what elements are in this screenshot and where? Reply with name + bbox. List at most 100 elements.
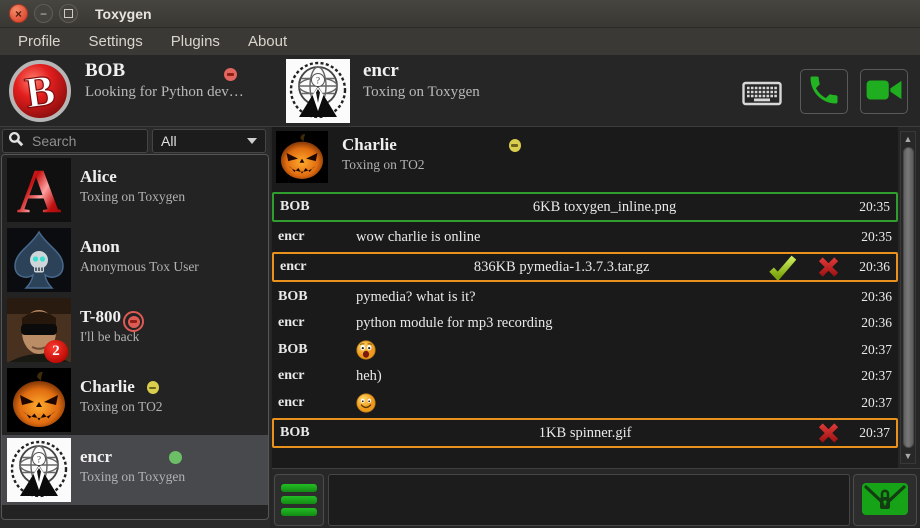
letter-b-avatar: B (8, 59, 72, 123)
search-icon (8, 131, 24, 152)
svg-text:?: ? (37, 455, 41, 465)
file-transfer-row: BOB1KB spinner.gif20:37 (272, 418, 898, 448)
filter-value: All (161, 133, 177, 149)
titlebar: × − Toxygen (0, 0, 920, 28)
hamburger-menu-icon (281, 484, 317, 492)
chat-peer-status-message: Toxing on TO2 (342, 157, 521, 173)
busy-status-icon (224, 68, 237, 81)
chat-panel: Charlie Toxing on TO2 BOB6KB toxygen_inl… (272, 127, 898, 468)
chevron-down-icon (247, 138, 257, 144)
chat-scrollbar[interactable]: ▲ ▼ (900, 131, 916, 464)
message-author: encr (278, 229, 356, 245)
unread-count-badge: 2 (44, 340, 68, 363)
away-status-icon (147, 381, 159, 394)
file-name: 836KB pymedia-1.3.7.3.tar.gz (358, 259, 765, 276)
video-call-button[interactable] (860, 69, 908, 114)
message-row: encrpython module for mp3 recording 20:36 (272, 310, 898, 336)
contact-status-message: Toxing on Toxygen (80, 468, 185, 487)
scroll-down-icon[interactable]: ▼ (901, 449, 915, 463)
message-input[interactable] (328, 474, 850, 526)
keyboard-icon[interactable] (742, 81, 782, 111)
contact-list: A Alice Toxing on Toxygen Anon Anonymous… (1, 154, 269, 520)
smiling-face-emoji (356, 393, 376, 413)
message-time: 20:36 (861, 315, 892, 331)
message-text: heh) (356, 368, 853, 385)
chat-peer-name: Charlie (342, 135, 397, 155)
message-text: pymedia? what is it? (356, 289, 853, 306)
contact-name: Anon (80, 236, 199, 258)
contact-filter-dropdown[interactable]: All (152, 129, 266, 153)
message-time: 20:37 (861, 368, 892, 384)
contact-status-message: Toxing on TO2 (80, 398, 163, 417)
contact-item-encr[interactable]: ? encr Toxing on Toxygen (2, 435, 268, 505)
composer (272, 468, 920, 528)
search-input[interactable] (30, 132, 134, 150)
message-author: BOB (280, 425, 358, 441)
message-row: encrheh) 20:37 (272, 363, 898, 389)
self-status-message: Looking for Python dev… (85, 83, 244, 103)
audio-call-button[interactable] (800, 69, 848, 114)
self-profile[interactable]: B BOB Looking for Python dev… (8, 59, 258, 123)
maximize-icon[interactable] (59, 4, 78, 23)
message-list: BOB6KB toxygen_inline.png20:35encrwow ch… (272, 190, 898, 450)
contact-item-anon[interactable]: Anon Anonymous Tox User (2, 225, 268, 295)
message-author: encr (278, 315, 356, 331)
accept-file-button[interactable] (769, 255, 796, 280)
contact-status-message: Anonymous Tox User (80, 258, 199, 277)
pumpkin-avatar (7, 368, 71, 432)
menu-plugins[interactable]: Plugins (157, 28, 234, 55)
message-author: BOB (278, 289, 356, 305)
scrollbar-thumb[interactable] (903, 147, 914, 448)
minimize-icon[interactable]: − (34, 4, 53, 23)
message-row: encr 20:37 (272, 389, 898, 416)
window-title: Toxygen (95, 6, 152, 22)
shocked-face-emoji (356, 340, 376, 360)
message-text: python module for mp3 recording (356, 315, 853, 332)
anonymous-avatar: ? (7, 438, 71, 502)
self-name: BOB (85, 59, 244, 83)
message-time: 20:37 (861, 342, 892, 358)
message-author: encr (278, 368, 356, 384)
message-time: 20:36 (859, 259, 890, 275)
top-panel: B BOB Looking for Python dev… ? encr Tox… (0, 55, 920, 127)
message-author: encr (278, 395, 356, 411)
contact-status-message: Toxing on Toxygen (80, 188, 185, 207)
message-text: wow charlie is online (356, 229, 853, 246)
menubar: Profile Settings Plugins About (0, 28, 920, 55)
message-time: 20:37 (859, 425, 890, 441)
close-icon[interactable]: × (9, 4, 28, 23)
menu-profile[interactable]: Profile (4, 28, 75, 55)
active-chat-name: encr (363, 59, 480, 83)
video-camera-icon (865, 71, 903, 112)
message-time: 20:37 (861, 395, 892, 411)
letter-a-avatar: A (7, 158, 71, 222)
message-author: BOB (278, 342, 356, 358)
pumpkin-avatar (276, 131, 328, 183)
message-author: BOB (280, 199, 358, 215)
message-author: encr (280, 259, 358, 275)
message-row: BOBpymedia? what is it?20:36 (272, 284, 898, 310)
spade-skull-avatar (7, 228, 71, 292)
busy-status-icon (123, 311, 144, 332)
file-transfer-row: BOB6KB toxygen_inline.png20:35 (272, 192, 898, 222)
file-name: 6KB toxygen_inline.png (358, 199, 851, 216)
send-message-button[interactable] (853, 474, 917, 526)
chat-menu-button[interactable] (274, 474, 324, 526)
contact-item-alice[interactable]: A Alice Toxing on Toxygen (2, 155, 268, 225)
message-time: 20:35 (861, 229, 892, 245)
decline-file-button[interactable] (816, 255, 841, 279)
anonymous-avatar: ? (286, 59, 350, 123)
contact-item-charlie[interactable]: Charlie Toxing on TO2 (2, 365, 268, 435)
menu-about[interactable]: About (234, 28, 301, 55)
search-field[interactable] (2, 129, 148, 153)
decline-file-button[interactable] (816, 421, 841, 445)
contact-item-t-800[interactable]: T-800 I'll be back 2 (2, 295, 268, 365)
svg-text:?: ? (316, 76, 320, 86)
active-chat-header: ? encr Toxing on Toxygen (286, 59, 480, 123)
menu-settings[interactable]: Settings (75, 28, 157, 55)
encrypted-send-icon (861, 480, 909, 521)
phone-icon (806, 72, 842, 111)
file-transfer-row: encr836KB pymedia-1.3.7.3.tar.gz 20:36 (272, 252, 898, 282)
scroll-up-icon[interactable]: ▲ (901, 132, 915, 146)
chat-peer-header: Charlie Toxing on TO2 (272, 127, 898, 187)
